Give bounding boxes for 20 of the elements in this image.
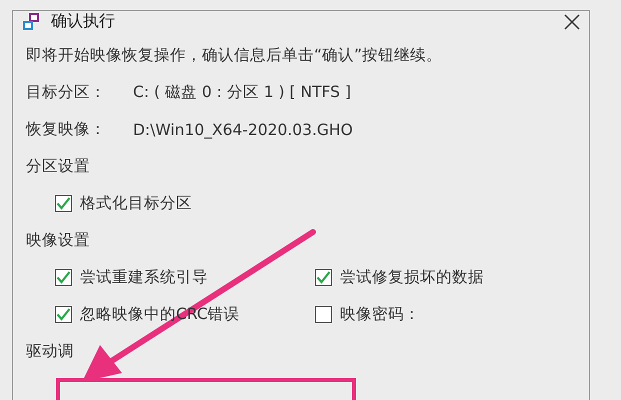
- option-label: 映像密码：: [340, 304, 420, 325]
- info-label: 恢复映像：: [26, 119, 107, 140]
- info-value: D:\Win10_X64-2020.03.GHO: [133, 120, 353, 138]
- window-title: 确认执行: [51, 11, 116, 32]
- option-label: 格式化目标分区: [80, 193, 192, 214]
- intro-text: 即将开始映像恢复操作，确认信息后单击“确认”按钮继续。: [26, 45, 442, 66]
- section-heading: 映像设置: [26, 230, 90, 251]
- info-value: C: ( 磁盘 0 : 分区 1 ) [ NTFS ]: [133, 82, 351, 103]
- checkbox[interactable]: [315, 269, 332, 286]
- option-label: 尝试修复损坏的数据: [340, 267, 484, 288]
- close-icon[interactable]: [563, 12, 581, 30]
- checkbox[interactable]: [315, 306, 332, 323]
- checkbox[interactable]: [55, 195, 72, 212]
- section-heading: 驱动调: [26, 341, 74, 362]
- section-heading: 分区设置: [26, 156, 90, 177]
- app-icon: [21, 12, 41, 32]
- checkbox[interactable]: [55, 306, 72, 323]
- checkbox[interactable]: [55, 269, 72, 286]
- info-label: 目标分区：: [26, 82, 107, 103]
- option-label: 尝试重建系统引导: [80, 267, 208, 288]
